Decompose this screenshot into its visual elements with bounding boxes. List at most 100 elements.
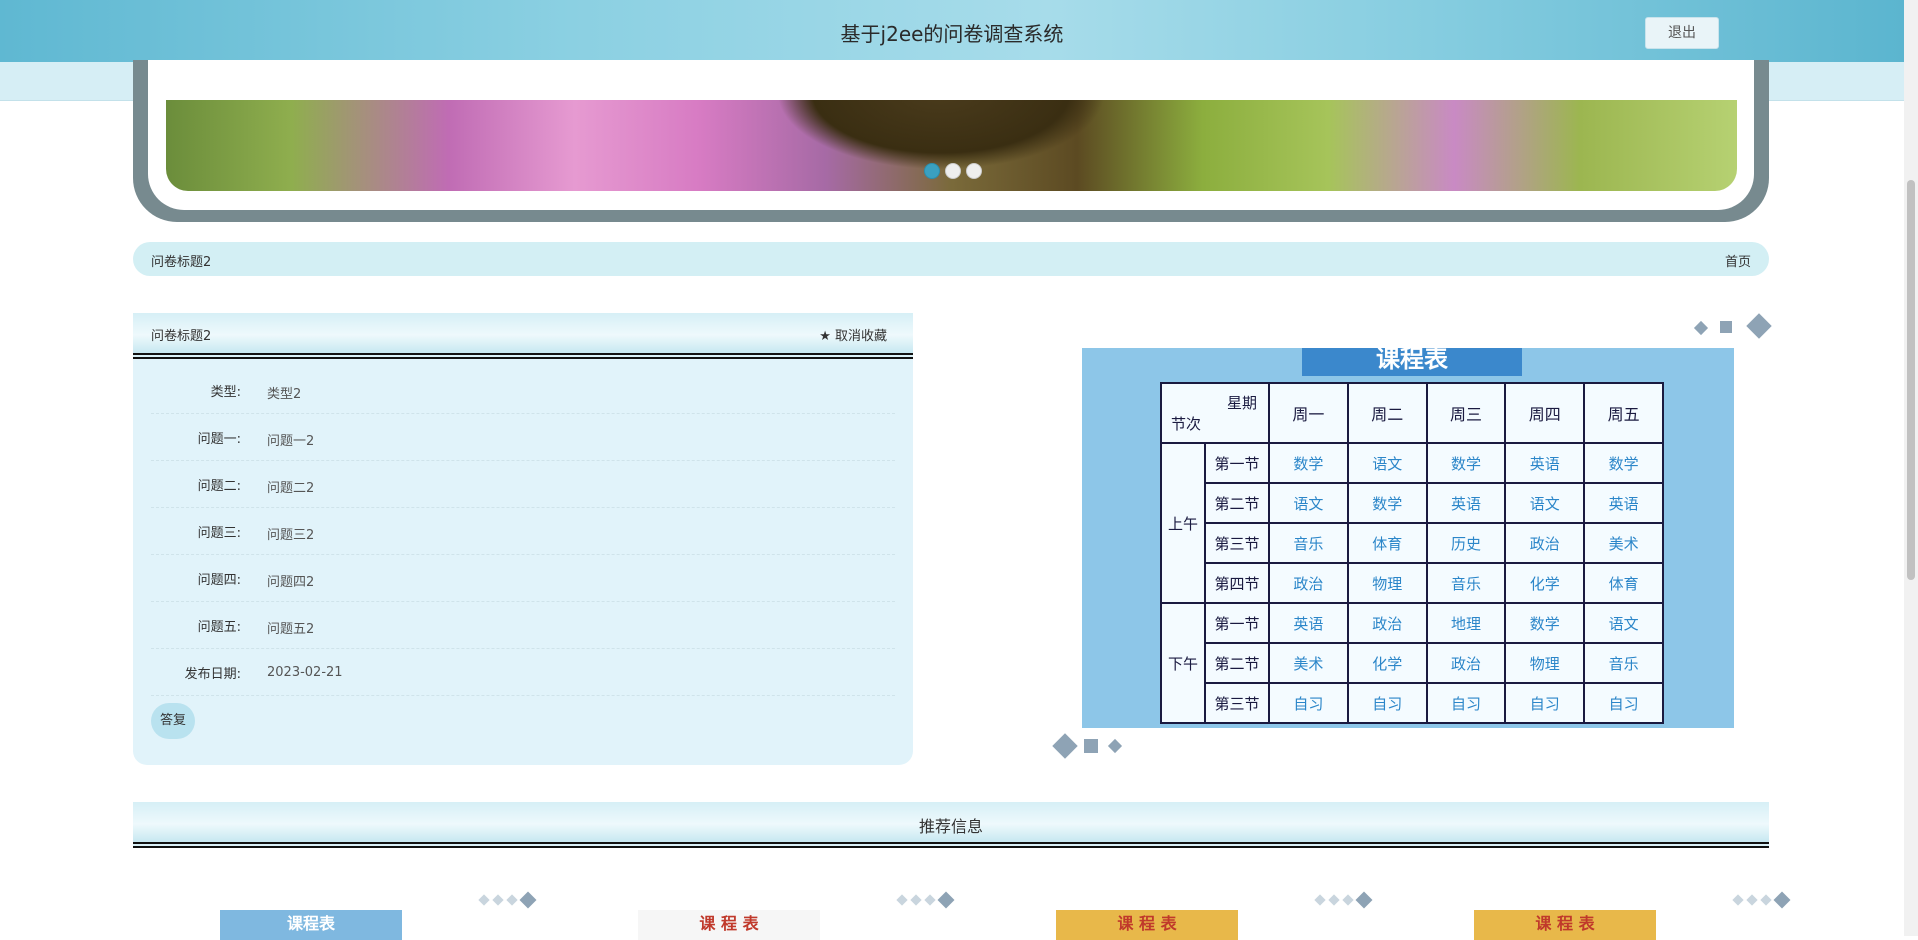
square-deco (1720, 321, 1732, 333)
schedule-day: 周三 (1425, 382, 1507, 444)
diamond-deco (1746, 894, 1758, 906)
schedule-day: 周二 (1346, 382, 1428, 444)
diamond-deco (1773, 891, 1791, 909)
schedule-row: 上午 第一节 数学 语文 数学 英语 数学 (1160, 442, 1664, 604)
field-value: 问题五2 (267, 622, 315, 637)
diamond-deco-small (1693, 320, 1709, 336)
schedule-subject: 英语 (1504, 442, 1586, 484)
field-label: 问题五: (197, 620, 241, 635)
diamond-deco (492, 894, 504, 906)
diamond-deco (478, 894, 490, 906)
detail-row: 问题五: 问题五2 (151, 602, 895, 649)
schedule-subject: 语文 (1583, 602, 1664, 644)
schedule-subject: 化学 (1346, 642, 1428, 684)
diamond-deco (1314, 894, 1326, 906)
schedule-subject: 政治 (1504, 522, 1586, 564)
schedule-subject: 数学 (1346, 482, 1428, 524)
schedule-subject: 语文 (1268, 482, 1349, 524)
detail-header: 问卷标题2 ★ 取消收藏 (133, 313, 913, 359)
schedule-period: 第一节 (1204, 602, 1270, 644)
recommend-card[interactable]: 课 程 表 (556, 880, 956, 940)
schedule-subject: 体育 (1583, 562, 1664, 604)
schedule-subject: 体育 (1346, 522, 1428, 564)
schedule-subject: 语文 (1504, 482, 1586, 524)
schedule-subject: 数学 (1268, 442, 1349, 484)
field-label: 问题二: (197, 479, 241, 494)
diamond-deco-bottom-small (1107, 738, 1123, 754)
schedule-subject: 自习 (1583, 682, 1664, 724)
field-label: 问题三: (197, 526, 241, 541)
field-label: 问题四: (197, 573, 241, 588)
schedule-afternoon: 下午 (1160, 602, 1206, 724)
schedule-corner-top: 星期 (1226, 394, 1257, 412)
square-deco-bottom (1084, 739, 1098, 753)
schedule-subject: 英语 (1583, 482, 1664, 524)
schedule-row: 第二节 语文 数学 英语 语文 英语 (1161, 482, 1664, 524)
field-value: 类型2 (267, 387, 302, 402)
schedule-subject: 美术 (1268, 642, 1349, 684)
field-label: 发布日期: (184, 667, 241, 682)
schedule-subject: 自习 (1504, 682, 1586, 724)
schedule-subject: 数学 (1504, 602, 1586, 644)
detail-row: 问题一: 问题一2 (151, 414, 895, 461)
schedule-row: 第三节 自习 自习 自习 自习 自习 (1161, 682, 1664, 724)
top-header: 基于j2ee的问卷调查系统 退出 (0, 0, 1904, 62)
diamond-deco (1760, 894, 1772, 906)
schedule-subject: 语文 (1346, 442, 1428, 484)
field-value: 问题二2 (267, 481, 315, 496)
field-value: 2023-02-21 (267, 665, 343, 680)
recommend-card[interactable]: 课 程 表 (974, 880, 1374, 940)
diamond-deco (506, 894, 518, 906)
card-deco (1732, 891, 1791, 909)
diamond-deco (924, 894, 936, 906)
field-value: 问题一2 (267, 434, 315, 449)
carousel-dot-2[interactable] (945, 163, 961, 179)
unfavorite-label: 取消收藏 (834, 329, 887, 344)
schedule-period: 第二节 (1204, 482, 1270, 524)
diamond-deco (1355, 891, 1373, 909)
diamond-deco-bottom (1052, 733, 1078, 759)
logout-button[interactable]: 退出 (1645, 17, 1719, 49)
carousel-dots (924, 163, 982, 179)
schedule-subject: 物理 (1346, 562, 1428, 604)
reply-button[interactable]: 答复 (151, 703, 195, 739)
schedule-subject: 音乐 (1425, 562, 1507, 604)
page-scrollbar[interactable] (1904, 0, 1918, 936)
schedule-subject: 地理 (1425, 602, 1507, 644)
star-icon: ★ (819, 329, 831, 344)
schedule-day: 周一 (1268, 382, 1349, 444)
schedule-subject: 自习 (1346, 682, 1428, 724)
schedule-row: 第三节 音乐 体育 历史 政治 美术 (1161, 522, 1664, 564)
diamond-deco (1746, 313, 1772, 339)
schedule-image[interactable]: 课程表 星期 节次 周一 周二 周三 周四 周五 上午 第一节 数学 语文 数学 英语 数学 第二节 语文 数学… (1082, 348, 1734, 728)
field-label: 问题一: (197, 432, 241, 447)
carousel-dot-1[interactable] (924, 163, 940, 179)
carousel-dot-3[interactable] (966, 163, 982, 179)
schedule-table: 星期 节次 周一 周二 周三 周四 周五 上午 第一节 数学 语文 数学 英语 数学 第二节 语文 数学 英语 语文… (1160, 382, 1664, 724)
diamond-deco (1328, 894, 1340, 906)
schedule-subject: 数学 (1583, 442, 1664, 484)
diamond-deco (896, 894, 908, 906)
site-title: 基于j2ee的问卷调查系统 (840, 22, 1064, 46)
schedule-subject: 历史 (1425, 522, 1507, 564)
schedule-corner-bottom: 节次 (1171, 415, 1202, 433)
detail-fields: 类型: 类型2 问题一: 问题一2 问题二: 问题二2 问题三: 问题三2 问题四: 问题四2 问题… (151, 367, 895, 696)
schedule-period: 第二节 (1204, 642, 1270, 684)
recommend-header: 推荐信息 (133, 802, 1769, 848)
recommend-card[interactable]: 课程表 (138, 880, 538, 940)
schedule-morning: 上午 (1160, 442, 1206, 604)
scroll-thumb[interactable] (1907, 180, 1915, 580)
detail-row: 问题四: 问题四2 (151, 555, 895, 602)
schedule-subject: 自习 (1425, 682, 1507, 724)
schedule-subject: 政治 (1268, 562, 1349, 604)
detail-row: 类型: 类型2 (151, 367, 895, 414)
schedule-subject: 化学 (1504, 562, 1586, 604)
schedule-period: 第一节 (1204, 442, 1270, 484)
breadcrumb-home-link[interactable]: 首页 (1725, 251, 1751, 270)
schedule-day: 周四 (1504, 382, 1586, 444)
unfavorite-button[interactable]: ★ 取消收藏 (819, 325, 887, 344)
detail-title: 问卷标题2 (151, 329, 212, 344)
schedule-subject: 数学 (1425, 442, 1507, 484)
detail-row: 发布日期: 2023-02-21 (151, 649, 895, 696)
recommend-card[interactable]: 课 程 表 (1392, 880, 1792, 940)
